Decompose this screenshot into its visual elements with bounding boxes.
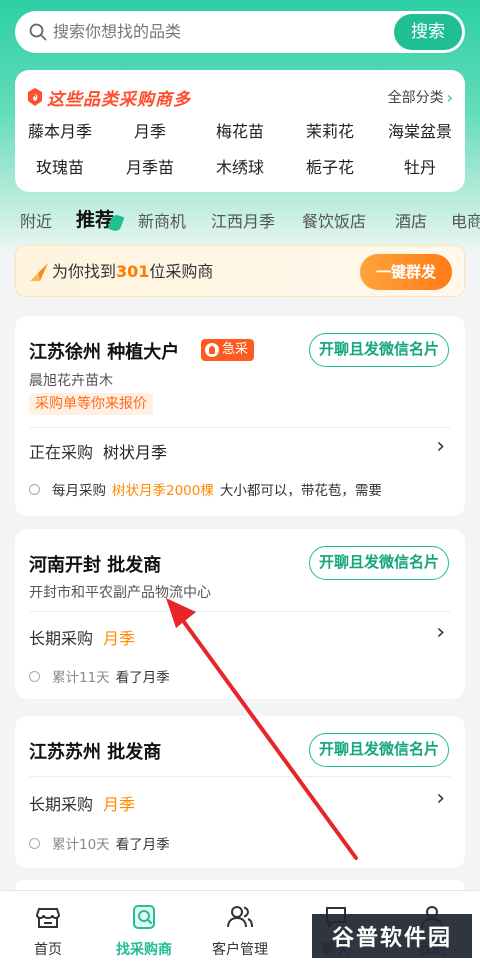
filter-tabs: 附近 推荐 新商机 江西月季 餐饮饭店 酒店 电商 (0, 202, 480, 236)
chevron-right-icon[interactable]: › (436, 620, 445, 645)
purchase-info: 累计10天 看了月季 (29, 833, 170, 853)
company-name: 开封市和平农副产品物流中心 (29, 585, 211, 601)
urgent-icon (205, 343, 219, 357)
category-item[interactable]: 海棠盆景 (375, 118, 465, 142)
tab-hotels[interactable]: 酒店 (395, 208, 427, 232)
category-item[interactable]: 梅花苗 (195, 118, 285, 142)
chat-send-card-button[interactable]: 开聊且发微信名片 (309, 546, 449, 580)
buyer-name: 江苏苏州 批发商 (29, 742, 162, 763)
urgent-badge: 急采 (201, 339, 255, 361)
divider (29, 776, 451, 777)
paper-plane-icon (30, 263, 48, 281)
bulk-send-button[interactable]: 一键群发 (360, 254, 452, 290)
purchase-row[interactable]: 正在采购 树状月季 (29, 439, 167, 463)
search-input[interactable]: 搜索你想找的品类 (53, 11, 181, 53)
quote-tag: 采购单等你来报价 (29, 393, 153, 415)
nav-find-buyers[interactable]: 找采购商 (96, 891, 192, 959)
purchase-row[interactable]: 长期采购 月季 (29, 791, 135, 815)
chevron-right-icon[interactable]: › (436, 786, 445, 811)
tab-restaurants[interactable]: 餐饮饭店 (302, 208, 366, 232)
chat-send-card-button[interactable]: 开聊且发微信名片 (309, 733, 449, 767)
tab-jiangxi-rose[interactable]: 江西月季 (211, 208, 275, 232)
buyers-count: 301 (116, 262, 150, 281)
purchase-row[interactable]: 长期采购 月季 (29, 625, 135, 649)
buyer-name: 河南开封 批发商 (29, 555, 162, 576)
divider (29, 611, 451, 612)
buyers-count-text: 为你找到301位采购商 (52, 262, 214, 281)
category-item[interactable]: 月季 (105, 118, 195, 142)
search-bar[interactable]: 搜索你想找的品类 搜索 (15, 11, 465, 53)
buyer-card[interactable]: 江苏苏州 批发商 开聊且发微信名片 长期采购 月季 › 累计10天 看了月季 (15, 716, 465, 868)
chevron-right-icon: › (446, 87, 453, 107)
buyer-card[interactable]: 河南开封 批发商 开聊且发微信名片 开封市和平农副产品物流中心 长期采购 月季 ›… (15, 529, 465, 699)
tab-recommended[interactable]: 推荐 (76, 205, 125, 233)
buyer-name: 江苏徐州 种植大户 (29, 342, 180, 363)
chat-send-card-button[interactable]: 开聊且发微信名片 (309, 333, 449, 367)
tab-new-opportunities[interactable]: 新商机 (138, 208, 186, 232)
category-item[interactable]: 茉莉花 (285, 118, 375, 142)
divider (29, 427, 451, 428)
tab-nearby[interactable]: 附近 (20, 208, 52, 232)
flame-badge-icon (28, 88, 42, 106)
circle-icon (29, 670, 40, 682)
all-categories-link[interactable]: 全部分类 › (388, 87, 453, 107)
category-item[interactable]: 木绣球 (195, 154, 285, 178)
category-panel: 这些品类采购商多 全部分类 › 藤本月季 月季 梅花苗 茉莉花 海棠盆景 玫瑰苗 … (15, 70, 465, 192)
users-icon (227, 906, 253, 928)
category-item[interactable]: 玫瑰苗 (15, 154, 105, 178)
buyer-card[interactable]: 江苏徐州 种植大户 急采 开聊且发微信名片 晨旭花卉苗木 采购单等你来报价 正在… (15, 316, 465, 516)
category-title: 这些品类采购商多 (27, 86, 191, 110)
tab-ecommerce[interactable]: 电商 (451, 208, 480, 232)
search-button[interactable]: 搜索 (394, 14, 462, 50)
category-item[interactable]: 月季苗 (105, 154, 195, 178)
search-doc-icon (133, 905, 155, 929)
purchase-info: 每月采购 树状月季2000棵 大小都可以，带花苞，需要 (29, 479, 382, 499)
purchase-info: 累计11天 看了月季 (29, 666, 170, 686)
category-item[interactable]: 藤本月季 (15, 118, 105, 142)
circle-icon (29, 837, 40, 849)
search-icon (29, 23, 47, 41)
category-item[interactable]: 牡丹 (375, 154, 465, 178)
nav-customers[interactable]: 客户管理 (192, 891, 288, 959)
shop-icon (35, 908, 61, 928)
watermark-logo: 谷普软件园 (312, 914, 472, 958)
buyers-found-banner: 为你找到301位采购商 一键群发 (15, 245, 465, 297)
circle-icon (29, 483, 40, 495)
company-name: 晨旭花卉苗木 (29, 373, 113, 389)
nav-home[interactable]: 首页 (0, 891, 96, 959)
category-item[interactable]: 栀子花 (285, 154, 375, 178)
chevron-right-icon[interactable]: › (436, 434, 445, 459)
